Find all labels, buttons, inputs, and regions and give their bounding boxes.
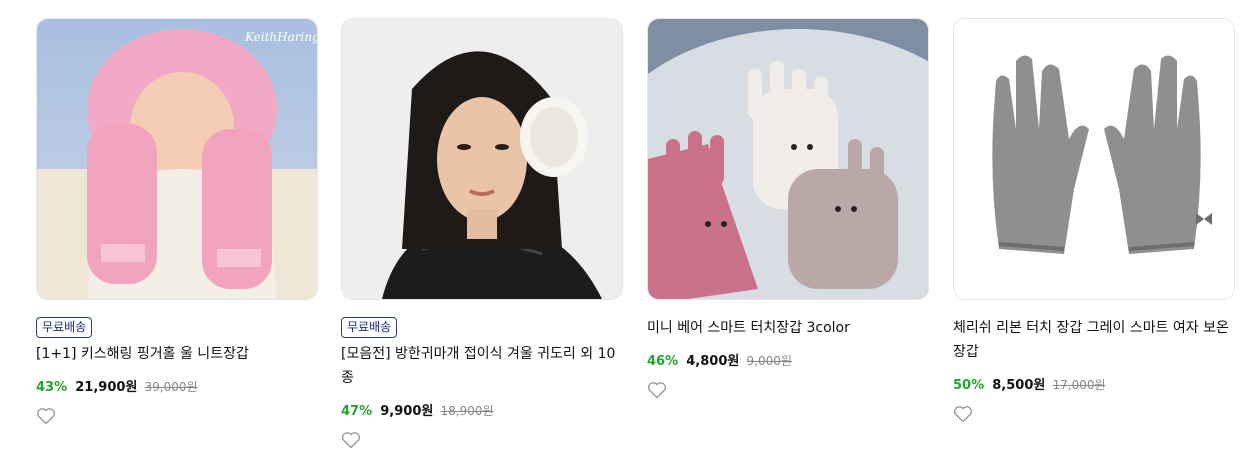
original-price: 17,000원: [1052, 378, 1106, 392]
price-row: 46% 4,800원 9,000원: [647, 352, 929, 371]
product-title[interactable]: [모음전] 방한귀마개 접이식 겨울 귀도리 외 10종: [341, 342, 617, 390]
sale-price: 21,900원: [75, 380, 138, 395]
free-shipping-badge: 무료배송: [36, 317, 93, 338]
product-card[interactable]: 체리쉬 리본 터치 장갑 그레이 스마트 여자 보온장갑 50% 8,500원 …: [953, 18, 1235, 423]
product-card[interactable]: 미니 베어 스마트 터치장갑 3color 46% 4,800원 9,000원: [647, 18, 929, 399]
original-price: 39,000원: [144, 380, 198, 394]
original-price: 18,900원: [440, 404, 494, 418]
discount-rate: 43%: [36, 380, 68, 395]
product-image-knit-gloves[interactable]: KeithHaring™: [36, 18, 318, 300]
product-title[interactable]: 체리쉬 리본 터치 장갑 그레이 스마트 여자 보온장갑: [953, 316, 1229, 364]
sale-price: 9,900원: [380, 404, 434, 419]
discount-rate: 46%: [647, 354, 679, 369]
product-card[interactable]: KeithHaring™ 무료배송 [1+1] 키스해링 핑거홀 울 니트장갑 …: [36, 18, 318, 425]
original-price: 9,000원: [746, 354, 792, 368]
heart-outline-icon[interactable]: [647, 381, 667, 399]
price-row: 43% 21,900원 39,000원: [36, 378, 318, 397]
heart-outline-icon[interactable]: [953, 405, 973, 423]
product-title[interactable]: [1+1] 키스해링 핑거홀 울 니트장갑: [36, 342, 312, 366]
product-image-earmuffs[interactable]: [341, 18, 623, 300]
product-image-grey-ribbon-gloves[interactable]: [953, 18, 1235, 300]
sale-price: 8,500원: [992, 378, 1046, 393]
price-row: 47% 9,900원 18,900원: [341, 402, 623, 421]
sale-price: 4,800원: [686, 354, 740, 369]
free-shipping-badge: 무료배송: [341, 317, 398, 338]
product-image-bear-touch-gloves[interactable]: [647, 18, 929, 300]
product-card[interactable]: 무료배송 [모음전] 방한귀마개 접이식 겨울 귀도리 외 10종 47% 9,…: [341, 18, 623, 449]
discount-rate: 50%: [953, 378, 985, 393]
product-title[interactable]: 미니 베어 스마트 터치장갑 3color: [647, 316, 923, 340]
product-grid: KeithHaring™ 무료배송 [1+1] 키스해링 핑거홀 울 니트장갑 …: [0, 0, 1246, 458]
price-row: 50% 8,500원 17,000원: [953, 376, 1235, 395]
heart-outline-icon[interactable]: [341, 431, 361, 449]
discount-rate: 47%: [341, 404, 373, 419]
brand-watermark: KeithHaring™: [244, 30, 317, 44]
heart-outline-icon[interactable]: [36, 407, 56, 425]
